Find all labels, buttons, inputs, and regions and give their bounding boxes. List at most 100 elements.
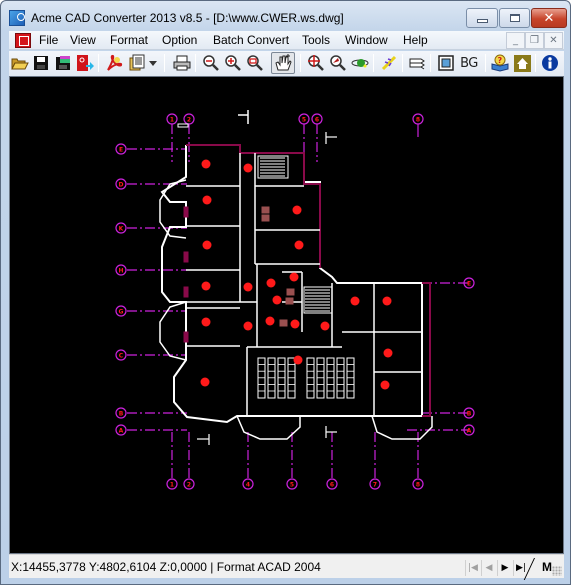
orbit-button[interactable] <box>350 53 370 73</box>
export-icon <box>77 55 94 71</box>
grid-bubble-right-label: B <box>467 411 472 418</box>
help-button[interactable]: ? <box>490 53 510 73</box>
room-tag <box>272 295 282 305</box>
prev-layout-button[interactable]: ◀ <box>481 560 496 576</box>
save-button[interactable] <box>31 53 51 73</box>
properties-button[interactable] <box>436 53 456 73</box>
wall-fill-accent <box>183 286 189 298</box>
grid-bubble-bottom-label: 8 <box>416 482 420 489</box>
menu-help[interactable]: Help <box>403 33 428 47</box>
grid-bubble-top-label: 2 <box>187 117 191 124</box>
print-button[interactable] <box>172 53 192 73</box>
room-tag <box>202 240 212 250</box>
room-tag <box>201 317 211 327</box>
section-marker <box>177 123 189 128</box>
grid-bubble-bottom-label: 1 <box>170 482 174 489</box>
toolbar-separator <box>535 54 536 72</box>
zoom-extents-icon <box>308 55 324 71</box>
menu-tools[interactable]: Tools <box>302 33 330 47</box>
room-tag <box>293 355 303 365</box>
room-tag <box>243 282 253 292</box>
room-tag <box>350 296 360 306</box>
grid-bubble-top-label: 8 <box>416 117 420 124</box>
document-icon[interactable] <box>15 33 31 48</box>
background-button[interactable]: BG <box>458 53 480 73</box>
about-button[interactable] <box>540 53 560 73</box>
zoom-out-button[interactable] <box>201 53 221 73</box>
grid-bubble-left-label: D <box>119 182 124 189</box>
measure-icon <box>381 55 397 71</box>
zoom-window-button[interactable] <box>245 53 265 73</box>
status-bar: X:14455,3778 Y:4802,6104 Z:0,0000 | Form… <box>9 554 564 578</box>
pdf-icon <box>107 54 123 71</box>
info-icon <box>542 55 558 71</box>
room-label-box <box>261 214 270 222</box>
grid-bubble-left-label: K <box>119 226 124 233</box>
drawing-canvas[interactable]: 1 2 5 6 8 E D K H G C B A 1 2 4 5 6 7 8 E B A <box>9 76 564 554</box>
room-tag <box>289 272 299 282</box>
menu-view[interactable]: View <box>70 33 96 47</box>
svg-text:?: ? <box>498 56 503 65</box>
minimize-icon <box>476 18 488 23</box>
floppy-disk-icon <box>34 56 48 70</box>
home-icon <box>513 54 531 72</box>
printer-icon <box>173 55 191 71</box>
room-tag <box>294 240 304 250</box>
room-label-box <box>285 297 294 305</box>
first-layout-button[interactable]: |◀ <box>465 560 480 576</box>
resize-grip[interactable] <box>552 566 562 576</box>
zoom-realtime-button[interactable] <box>328 53 348 73</box>
home-button[interactable] <box>512 53 532 73</box>
title-bar[interactable]: Acme CAD Converter 2013 v8.5 - [D:\www.C… <box>1 1 570 31</box>
room-tag <box>243 163 253 173</box>
open-button[interactable] <box>10 53 30 73</box>
minimize-button[interactable] <box>466 8 498 28</box>
pan-button[interactable] <box>271 52 295 74</box>
app-window: Acme CAD Converter 2013 v8.5 - [D:\www.C… <box>0 0 571 585</box>
maximize-button[interactable] <box>499 8 530 28</box>
zoom-extents-button[interactable] <box>306 53 326 73</box>
save-image-button[interactable] <box>53 53 73 73</box>
room-tag <box>265 316 275 326</box>
menu-window[interactable]: Window <box>345 33 388 47</box>
zoom-in-button[interactable] <box>223 53 243 73</box>
grid-bubble-left-label: G <box>119 309 124 316</box>
export-button[interactable] <box>75 53 95 73</box>
room-tag <box>201 159 211 169</box>
bay-window <box>159 179 187 239</box>
zoom-in-icon <box>225 55 241 71</box>
convert-pdf-button[interactable] <box>104 53 124 73</box>
layers-button[interactable] <box>407 53 427 73</box>
folder-open-icon <box>11 58 29 70</box>
mdi-restore-button[interactable]: ❐ <box>525 32 544 49</box>
room-label-box <box>279 319 288 327</box>
help-book-icon: ? <box>491 54 509 72</box>
close-button[interactable]: ✕ <box>531 8 567 28</box>
grid-bubble-left-label: E <box>119 147 123 154</box>
pan-hand-icon <box>275 54 292 71</box>
batch-dropdown-button[interactable] <box>147 53 159 73</box>
menu-format[interactable]: Format <box>110 33 148 47</box>
zoom-window-icon <box>247 55 263 71</box>
grid-bubble-left-label: H <box>118 268 123 275</box>
room-tag <box>382 296 392 306</box>
grid-bubble-left-label: C <box>119 353 124 360</box>
mdi-close-button[interactable]: ✕ <box>544 32 563 49</box>
room-tag <box>266 278 276 288</box>
wall-fill-accent <box>183 206 189 218</box>
toolbar-separator <box>402 54 403 72</box>
layers-icon <box>409 58 425 70</box>
batch-button[interactable] <box>127 53 147 73</box>
room-tag <box>320 321 330 331</box>
menu-option[interactable]: Option <box>162 33 197 47</box>
chevron-down-icon <box>149 60 157 66</box>
grid-bubble-top-label: 6 <box>315 117 319 124</box>
mdi-minimize-button[interactable]: _ <box>506 32 525 49</box>
measure-button[interactable] <box>379 53 399 73</box>
menu-file[interactable]: File <box>39 33 58 47</box>
next-layout-button[interactable]: ▶ <box>497 560 512 576</box>
room-label-box <box>286 288 295 296</box>
menu-batch-convert[interactable]: Batch Convert <box>213 33 289 47</box>
grid-bubble-left-label: A <box>119 428 124 435</box>
bay-window <box>371 415 433 440</box>
